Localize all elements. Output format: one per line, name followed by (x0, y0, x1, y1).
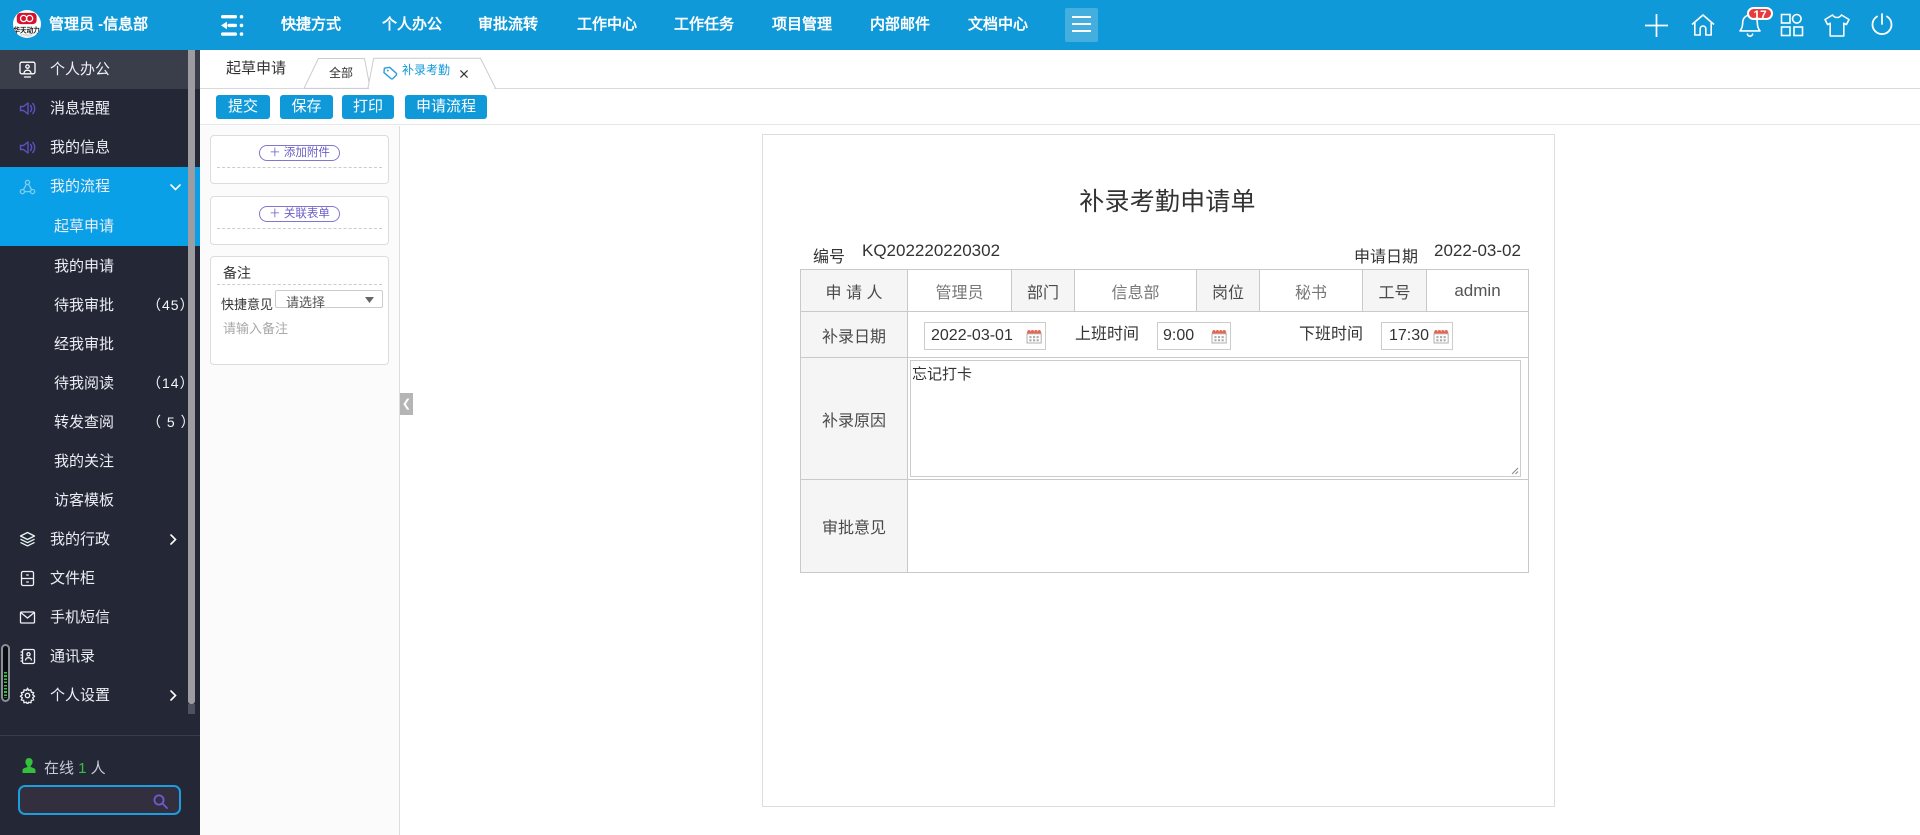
svg-text:POWER: POWER (21, 34, 34, 38)
svg-text:全部: 全部 (329, 65, 353, 80)
